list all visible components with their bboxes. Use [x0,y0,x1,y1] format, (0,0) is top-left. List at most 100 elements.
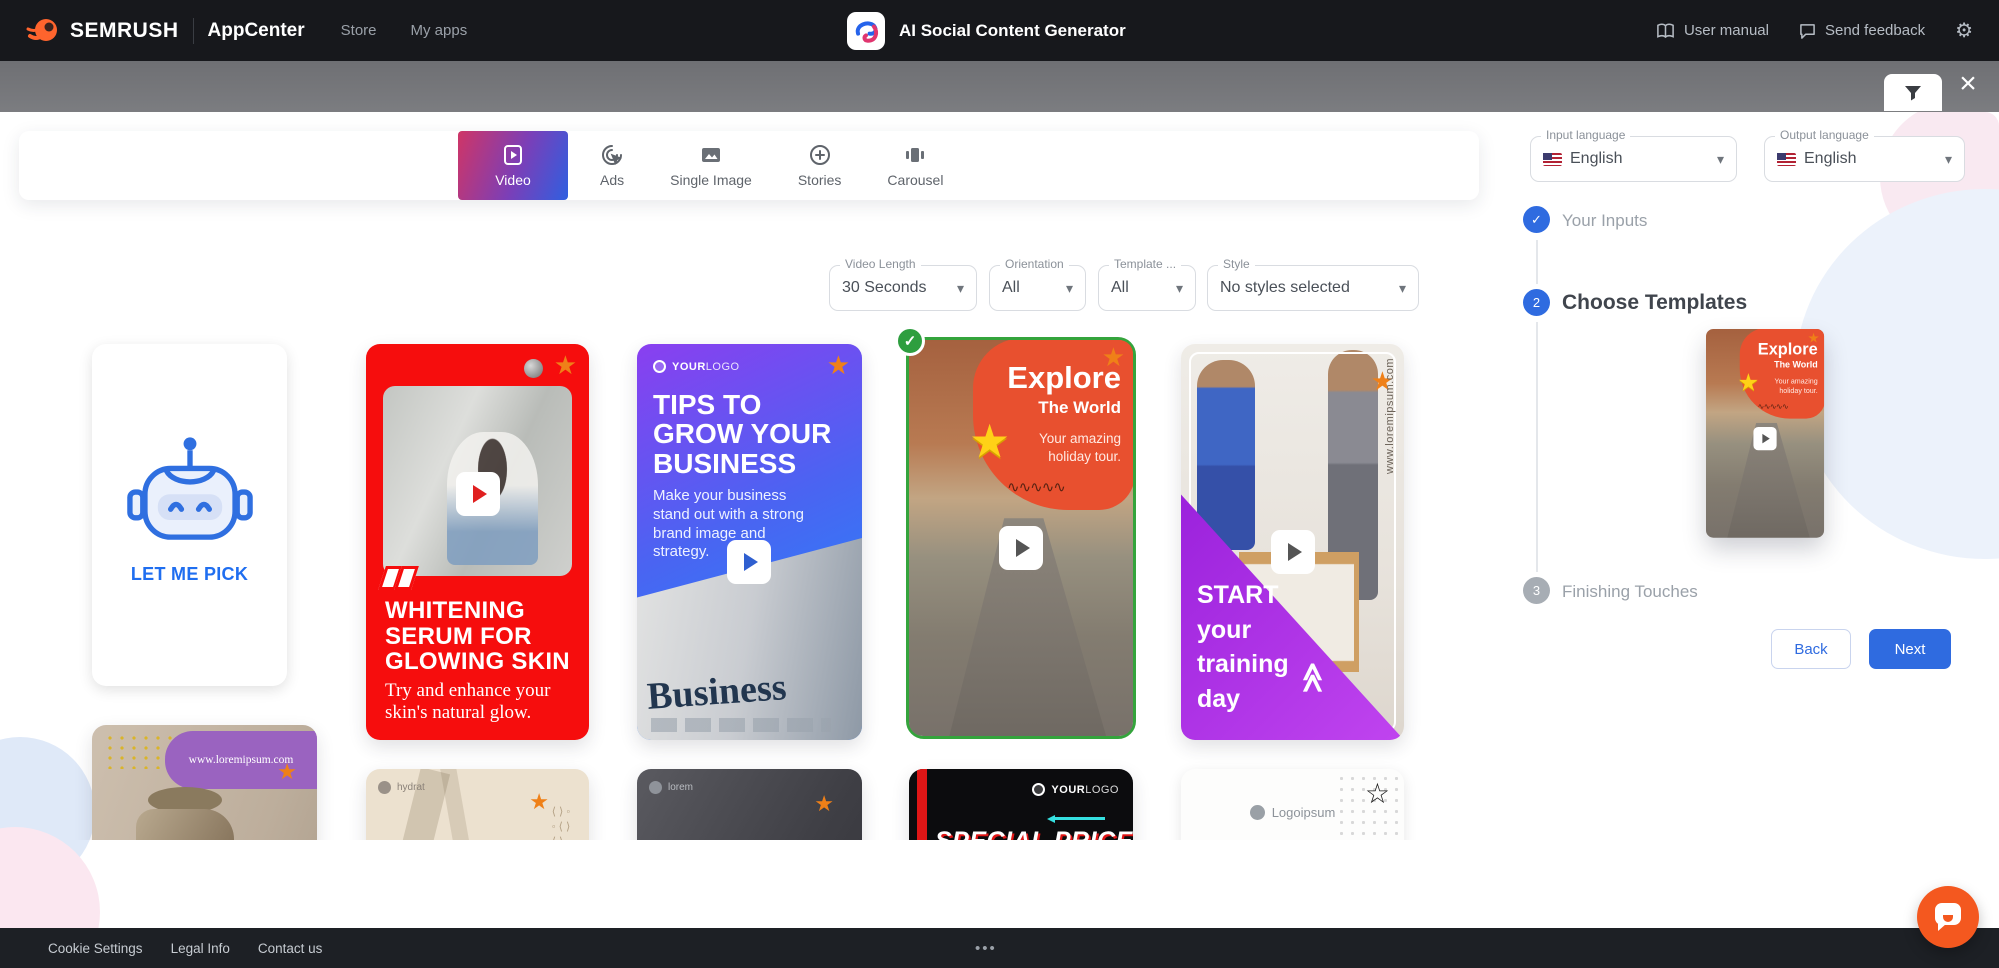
style-select[interactable]: Style No styles selected▾ [1207,265,1419,311]
template-card-explore-selected[interactable]: ✓ ★ Explore The World ★ Your amazing hol… [906,337,1136,739]
newspaper-lines [651,718,831,732]
top-nav: Store My apps [341,22,468,39]
step-2-number: 2 [1523,289,1550,316]
logo-dot-icon [649,781,662,794]
back-button[interactable]: Back [1771,629,1851,669]
footer-more-dots[interactable]: ••• [975,940,997,957]
semrush-brand[interactable]: SEMRUSH [26,14,179,48]
template-card-business[interactable]: YOURLOGO ★ TIPS TO GROW YOUR BUSINESS Ma… [637,344,862,740]
orientation-select[interactable]: Orientation All▾ [989,265,1086,311]
video-icon [501,143,525,167]
decor-circle-blue-right [1795,189,1999,559]
video-length-select[interactable]: Video Length 30 Seconds▾ [829,265,977,311]
hydrat-logo: hydrat [378,781,425,794]
favorite-star-icon[interactable]: ★ [554,350,577,381]
chat-fab-button[interactable] [1917,886,1979,948]
cyan-pencil-icon [1055,817,1105,820]
selected-check-icon: ✓ [895,326,925,356]
play-icon [1271,530,1315,574]
step-connector [1536,240,1538,284]
ads-click-icon [600,143,624,167]
feedback-bubble-icon [1799,23,1816,39]
business-title: TIPS TO GROW YOUR BUSINESS [653,390,843,478]
user-manual-link[interactable]: User manual [1656,22,1769,39]
favorite-star-icon[interactable]: ★ [1102,342,1125,373]
top-bar: SEMRUSH AppCenter Store My apps AI Socia… [0,0,1999,61]
template-card-hydrat[interactable]: hydrat ★ ⟨ ⟩ ◦◦ ⟨ ⟩⟨ ⟩ ◦◦ ⟨ ⟩ [366,769,589,840]
let-me-pick-card[interactable]: LET ME PICK [92,344,287,686]
play-icon [456,472,500,516]
coat-photo-figure [136,809,234,840]
favorite-star-icon[interactable]: ★ [827,350,850,381]
template-card-travel-hat[interactable]: www.loremipsum.com ★ [92,725,317,840]
step-connector [1536,322,1538,572]
input-language-select[interactable]: Input language English▾ [1530,136,1737,182]
your-logo: YOURLOGO [653,360,740,373]
input-language-label: Input language [1541,128,1630,142]
favorite-star-icon[interactable]: ★ [814,791,834,817]
tab-video[interactable]: Video [458,131,568,200]
logo-dot-icon [1032,783,1045,796]
filter-button[interactable] [1884,74,1942,111]
template-card-dark[interactable]: lorem ★ [637,769,862,840]
template-select[interactable]: Template ... All▾ [1098,265,1196,311]
chevron-down-icon: ▾ [957,280,964,297]
brand-name: SEMRUSH [70,19,179,43]
nav-my-apps[interactable]: My apps [411,22,468,39]
special-price-title: SPECIAL PRICE [935,827,1133,840]
palm-shadow [439,769,477,840]
let-me-pick-label: LET ME PICK [131,564,248,585]
app-header: AI Social Content Generator [847,0,1126,61]
tab-stories[interactable]: Stories [784,131,856,200]
favorite-star-icon: ★ [1808,330,1820,346]
step-1-label: Your Inputs [1562,211,1647,231]
favorite-star-icon[interactable]: ★ [529,789,549,815]
template-card-serum[interactable]: ★ WHITENING SERUM FOR GLOWING SKIN Try a… [366,344,589,740]
us-flag-icon [1543,153,1562,166]
app-logo-icon [847,12,885,50]
next-button[interactable]: Next [1869,629,1951,669]
chevron-down-icon: ▾ [1399,280,1406,297]
favorite-star-icon[interactable]: ★ [277,759,297,785]
output-language-label: Output language [1775,128,1874,142]
template-label: Template ... [1109,257,1181,271]
step-2-label: Choose Templates [1562,291,1747,315]
tab-ads[interactable]: Ads [586,131,638,200]
app-title: AI Social Content Generator [899,21,1126,41]
settings-gear-icon[interactable]: ⚙ [1955,18,1973,43]
nav-store[interactable]: Store [341,22,377,39]
template-card-training[interactable]: ★ www.loremipsum.com START your training… [1181,344,1404,740]
cookie-settings-link[interactable]: Cookie Settings [48,941,143,956]
us-flag-icon [1777,153,1796,166]
chevron-down-icon: ▾ [1066,280,1073,297]
orientation-label: Orientation [1000,257,1069,271]
template-card-logoipsum[interactable]: ☆ Logoipsum [1181,769,1404,840]
stories-plus-icon [808,143,832,167]
training-url: www.loremipsum.com [1384,358,1396,474]
play-icon [1753,427,1776,450]
template-grid: LET ME PICK ★ WHITENING SERUM FOR GLOWIN… [0,112,1515,840]
tab-single-image[interactable]: Single Image [656,131,766,200]
dimmed-page-header: Content Library ⚡ Create More ✎ Create N… [0,61,1999,112]
chevron-down-icon: ▾ [1717,151,1724,168]
output-language-select[interactable]: Output language English▾ [1764,136,1965,182]
chat-bubble-icon [1935,903,1961,925]
explore-tagline: Your amazing holiday tour. [1009,430,1121,465]
chevrons-up-icon: ≫ [1295,662,1330,693]
robot-icon [122,432,258,550]
tab-carousel[interactable]: Carousel [873,131,957,200]
carousel-icon [903,143,927,167]
contact-us-link[interactable]: Contact us [258,941,323,956]
chevron-down-icon: ▾ [1176,280,1183,297]
yellow-star-icon: ★ [969,418,1010,464]
product-name: AppCenter [208,20,305,42]
template-card-special-price[interactable]: YOURLOGO SPECIAL PRICE [909,769,1133,840]
close-modal-icon[interactable]: × [1950,66,1986,102]
chevron-down-icon: ▾ [1945,151,1952,168]
step-3-label: Finishing Touches [1562,582,1698,602]
brand-logo-placeholder [524,359,543,378]
legal-info-link[interactable]: Legal Info [171,941,230,956]
format-tab-bar: Video Ads Single Image [19,131,1479,200]
serum-title: WHITENING SERUM FOR GLOWING SKIN [385,598,575,675]
send-feedback-link[interactable]: Send feedback [1799,22,1925,39]
